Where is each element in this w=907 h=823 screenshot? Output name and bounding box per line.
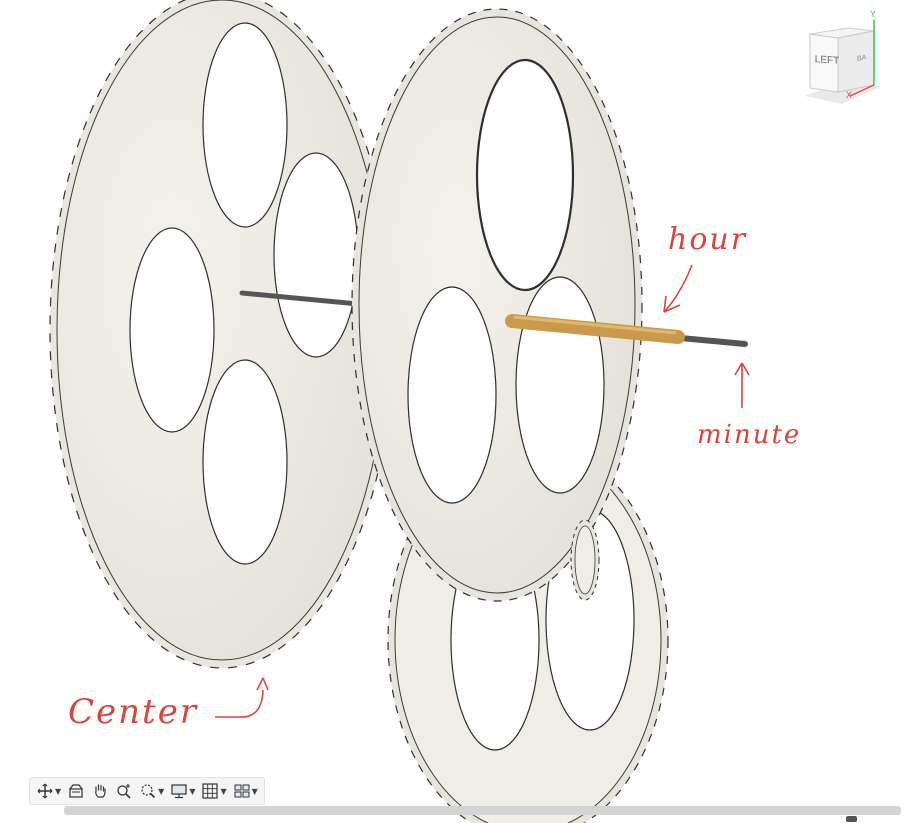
orbit-button[interactable]: ▼: [34, 780, 63, 802]
axis-x-label: X: [846, 90, 853, 100]
gear-hole: [273, 152, 359, 358]
scroll-thumb[interactable]: [846, 816, 857, 822]
minute-arrow: [734, 362, 750, 408]
large-gear-right[interactable]: [351, 8, 643, 602]
viewcube-face-label[interactable]: LEFT: [813, 54, 841, 67]
pan-button[interactable]: [89, 780, 111, 802]
pinion-gear[interactable]: [570, 519, 600, 601]
hour-annotation: hour: [668, 222, 748, 257]
zoom-icon: [117, 784, 131, 799]
gear-hole: [475, 58, 575, 292]
display-settings-button[interactable]: ▼: [168, 780, 197, 802]
viewcube-side: [837, 30, 875, 93]
navigation-toolbar: ▼ ▼ ▼ ▼ ▼: [29, 777, 265, 805]
orbit-icon: [37, 783, 53, 799]
chevron-down-icon: ▼: [158, 786, 165, 796]
minute-annotation: minute: [697, 420, 802, 450]
gear-hole: [407, 286, 497, 504]
display-icon: [171, 784, 187, 799]
viewports-button[interactable]: ▼: [231, 780, 260, 802]
look-at-icon: [69, 784, 83, 798]
viewports-icon: [234, 784, 250, 798]
horizontal-scrollbar[interactable]: [64, 806, 901, 815]
chevron-down-icon: ▼: [189, 786, 196, 796]
grid-snaps-button[interactable]: ▼: [199, 780, 228, 802]
axis-y-label: Y: [870, 9, 877, 19]
gear-hole: [202, 22, 288, 228]
chevron-down-icon: ▼: [251, 786, 258, 796]
hour-arrow: [663, 264, 693, 313]
gear-hole: [202, 359, 288, 565]
chevron-down-icon: ▼: [55, 786, 62, 796]
large-gear-left[interactable]: [49, 0, 395, 669]
grid-icon: [202, 783, 219, 799]
fit-icon: [141, 784, 156, 799]
fit-button[interactable]: ▼: [137, 780, 166, 802]
center-arrow: [215, 677, 269, 718]
center-annotation: Center: [68, 692, 199, 732]
gear-hole: [515, 276, 605, 494]
gear-hole: [129, 227, 215, 433]
look-at-button[interactable]: [65, 780, 87, 802]
gear-body: [574, 525, 596, 595]
hand-icon: [95, 784, 106, 798]
zoom-button[interactable]: [113, 780, 135, 802]
chevron-down-icon: ▼: [220, 786, 227, 796]
